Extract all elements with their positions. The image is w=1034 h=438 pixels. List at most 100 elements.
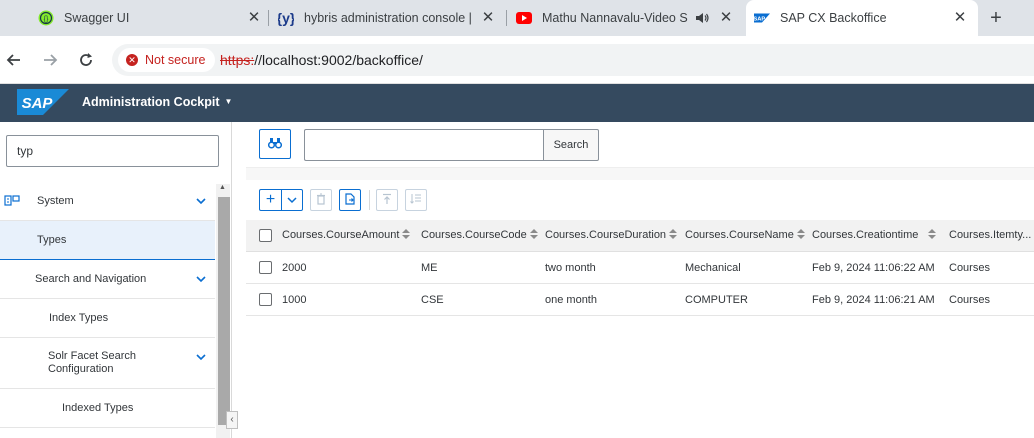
- search-input[interactable]: [304, 129, 544, 161]
- search-area: Search: [246, 122, 1034, 168]
- browser-tab-youtube[interactable]: Mathu Nannavalu-Video So ✕: [516, 0, 742, 36]
- sort-icon[interactable]: [928, 229, 937, 239]
- browser-tab-hybris[interactable]: {y} hybris administration console | ✕: [278, 0, 504, 36]
- close-tab-icon[interactable]: ✕: [480, 10, 496, 26]
- app-title: Administration Cockpit: [82, 95, 220, 109]
- sort-list-icon: [410, 193, 422, 208]
- sort-icon[interactable]: [796, 229, 805, 239]
- tab-title: Swagger UI: [64, 11, 130, 25]
- column-header-label: Courses.Itemty...: [949, 229, 1032, 241]
- speaker-icon[interactable]: [694, 10, 710, 26]
- column-header[interactable]: Courses.Creationtime: [812, 229, 937, 241]
- browser-tab-sap-backoffice[interactable]: SAP SAP CX Backoffice ✕: [746, 0, 978, 36]
- tree-scrollbar-thumb[interactable]: [218, 197, 230, 425]
- tab-title: Mathu Nannavalu-Video So: [542, 11, 688, 25]
- cell-course-amount: 1000: [282, 294, 307, 306]
- system-icon: [4, 193, 20, 209]
- sap-logo[interactable]: SAP: [17, 89, 69, 115]
- shell-header: SAP Administration Cockpit ▼: [0, 84, 1034, 122]
- svg-text:{y}: {y}: [278, 10, 294, 26]
- address-bar: ✕ Not secure https://localhost:9002/back…: [0, 36, 1034, 84]
- sort-button[interactable]: [405, 189, 427, 211]
- url-omnibox[interactable]: ✕ Not secure https://localhost:9002/back…: [112, 44, 1034, 76]
- table-row[interactable]: 1000 CSE one month COMPUTER Feb 9, 2024 …: [246, 284, 1034, 316]
- list-toolbar: +: [246, 180, 1034, 220]
- close-tab-icon[interactable]: ✕: [718, 10, 734, 26]
- binoculars-icon: [267, 137, 283, 152]
- sort-icon[interactable]: [529, 229, 538, 239]
- chevron-down-icon[interactable]: [195, 351, 207, 363]
- browser-tab-swagger[interactable]: {} Swagger UI ✕: [38, 0, 270, 36]
- toolbar-divider: [369, 190, 370, 210]
- tree-filter-input[interactable]: typ: [6, 135, 219, 167]
- plus-icon[interactable]: +: [260, 190, 281, 210]
- back-icon[interactable]: [4, 50, 24, 70]
- close-tab-icon[interactable]: ✕: [246, 10, 262, 26]
- tab-divider: [268, 10, 269, 26]
- tree-node-search-and-navigation[interactable]: Search and Navigation: [0, 260, 215, 299]
- search-button[interactable]: Search: [543, 129, 599, 161]
- tree-node-label: System: [37, 195, 74, 207]
- url-text[interactable]: https://localhost:9002/backoffice/: [220, 52, 423, 68]
- advanced-search-toggle[interactable]: [259, 129, 291, 159]
- select-all-checkbox[interactable]: [259, 229, 272, 242]
- export-button[interactable]: [339, 189, 361, 211]
- app-title-menu[interactable]: Administration Cockpit ▼: [82, 95, 232, 109]
- tree-node-types[interactable]: Types: [0, 221, 215, 260]
- chevron-down-icon[interactable]: [195, 195, 207, 207]
- tree-node-system[interactable]: System: [0, 182, 215, 221]
- tree-node-index-types[interactable]: Index Types: [0, 299, 215, 338]
- cell-course-name: COMPUTER: [685, 294, 748, 306]
- column-header-label: Courses.CourseCode: [421, 229, 527, 241]
- results-table: Courses.CourseAmount Courses.CourseCode …: [246, 220, 1034, 438]
- column-header[interactable]: Courses.CourseName: [685, 229, 805, 241]
- chevron-down-icon[interactable]: [195, 273, 207, 285]
- delete-button[interactable]: [310, 189, 332, 211]
- chevron-down-icon[interactable]: [282, 195, 302, 205]
- move-top-button[interactable]: [376, 189, 398, 211]
- reload-icon[interactable]: [76, 50, 96, 70]
- section-divider: [246, 168, 1034, 180]
- export-document-icon: [344, 192, 356, 208]
- row-checkbox[interactable]: [259, 293, 272, 306]
- forward-icon[interactable]: [40, 50, 60, 70]
- tree-node-solr-facet-search-configuration[interactable]: Solr Facet Search Configuration: [0, 338, 215, 389]
- sort-icon[interactable]: [402, 229, 411, 239]
- cell-creation-time: Feb 9, 2024 11:06:22 AM: [812, 262, 935, 274]
- logo-text: SAP: [22, 95, 54, 112]
- collapse-panel-button[interactable]: ‹: [226, 411, 238, 429]
- column-header[interactable]: Courses.CourseDuration: [545, 229, 678, 241]
- explorer-tree: System Types Search and Navigation Index…: [0, 182, 215, 428]
- column-header[interactable]: Courses.Itemty...: [949, 229, 1031, 241]
- column-header[interactable]: Courses.CourseAmount: [282, 229, 411, 241]
- cell-itemtype: Courses: [949, 262, 990, 274]
- explorer-tree-panel: typ System Types Search and Navigation I…: [0, 122, 238, 438]
- cell-creation-time: Feb 9, 2024 11:06:21 AM: [812, 294, 935, 306]
- url-path: //localhost:9002/backoffice/: [254, 52, 423, 68]
- column-header-label: Courses.CourseDuration: [545, 229, 667, 241]
- cell-course-code: ME: [421, 262, 438, 274]
- tab-divider: [506, 10, 507, 26]
- column-header[interactable]: Courses.CourseCode: [421, 229, 538, 241]
- new-tab-button[interactable]: +: [986, 8, 1006, 28]
- close-tab-icon[interactable]: ✕: [952, 10, 968, 26]
- cell-course-code: CSE: [421, 294, 444, 306]
- column-header-label: Courses.CourseName: [685, 229, 794, 241]
- cell-course-duration: two month: [545, 262, 596, 274]
- cell-course-duration: one month: [545, 294, 597, 306]
- security-indicator[interactable]: ✕ Not secure: [118, 48, 216, 72]
- sap-icon: SAP: [754, 10, 770, 26]
- row-checkbox[interactable]: [259, 261, 272, 274]
- column-header-label: Courses.Creationtime: [812, 229, 919, 241]
- hybris-icon: {y}: [278, 10, 294, 26]
- security-label: Not secure: [145, 53, 206, 67]
- warning-icon: ✕: [126, 54, 138, 66]
- browser-tab-strip: {} Swagger UI ✕ {y} hybris administratio…: [0, 0, 1034, 36]
- tab-title: SAP CX Backoffice: [780, 11, 887, 25]
- sort-icon[interactable]: [669, 229, 678, 239]
- create-split-button[interactable]: +: [259, 189, 303, 211]
- caret-down-icon: ▼: [224, 97, 233, 106]
- table-row[interactable]: 2000 ME two month Mechanical Feb 9, 2024…: [246, 252, 1034, 284]
- scroll-up-icon[interactable]: ▲: [219, 184, 226, 191]
- tree-node-indexed-types[interactable]: Indexed Types: [0, 389, 215, 428]
